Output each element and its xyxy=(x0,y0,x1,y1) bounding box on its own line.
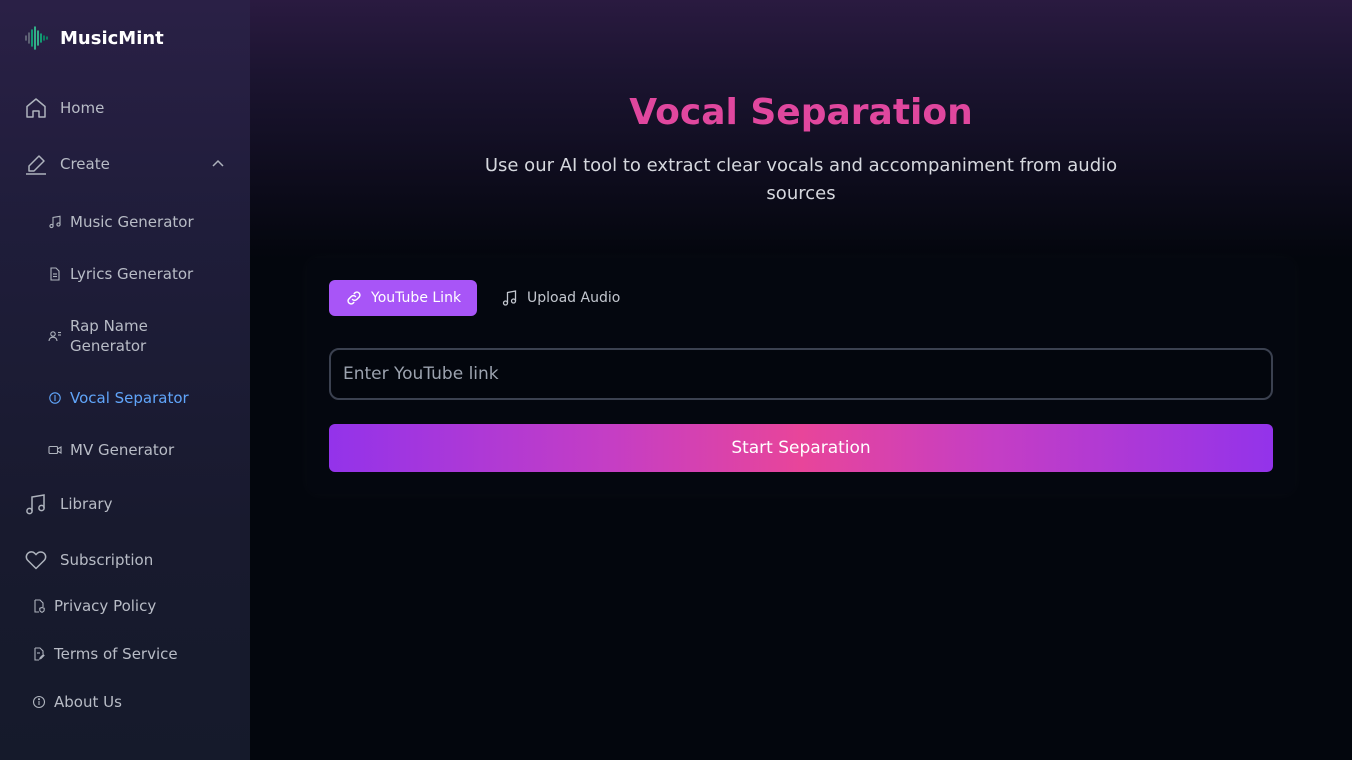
chevron-up-icon[interactable] xyxy=(210,156,226,172)
music-note-icon xyxy=(24,492,48,516)
heart-icon xyxy=(24,548,48,572)
user-list-icon xyxy=(48,329,62,343)
sidebar-item-terms-of-service[interactable]: Terms of Service xyxy=(32,644,232,664)
sidebar-item-label: MV Generator xyxy=(70,441,175,459)
tab-label: Upload Audio xyxy=(527,290,621,306)
soundwave-logo-icon xyxy=(24,26,48,50)
info-icon xyxy=(32,695,46,709)
sidebar-item-label: Terms of Service xyxy=(54,645,178,663)
page-subtitle: Use our AI tool to extract clear vocals … xyxy=(484,155,1118,204)
page-title: Vocal Separation xyxy=(629,92,973,133)
link-icon xyxy=(345,289,363,307)
sidebar-item-vocal-separator[interactable]: Vocal Separator xyxy=(48,388,238,408)
tab-upload-audio[interactable]: Upload Audio xyxy=(501,280,641,316)
sidebar-item-label: About Us xyxy=(54,693,122,711)
tab-label: YouTube Link xyxy=(371,290,462,306)
pencil-icon xyxy=(24,152,48,176)
sidebar-item-mv-generator[interactable]: MV Generator xyxy=(48,440,238,460)
youtube-link-input[interactable] xyxy=(329,348,1273,400)
sidebar-item-about-us[interactable]: About Us xyxy=(32,692,232,712)
sidebar: MusicMint Home Create Music Generator Ly… xyxy=(0,0,250,760)
sidebar-item-rap-name-generator[interactable]: Rap Name Generator xyxy=(48,316,188,356)
sidebar-item-create[interactable]: Create xyxy=(24,148,226,180)
sidebar-item-label: Library xyxy=(60,495,113,513)
sidebar-item-label: Music Generator xyxy=(70,213,194,231)
sidebar-item-lyrics-generator[interactable]: Lyrics Generator xyxy=(48,264,238,284)
start-separation-button[interactable]: Start Separation xyxy=(329,424,1273,472)
music-note-icon xyxy=(501,289,519,307)
document-icon xyxy=(48,267,62,281)
separation-card: YouTube Link Upload Audio Start Separati… xyxy=(307,258,1295,494)
sidebar-item-home[interactable]: Home xyxy=(24,92,226,124)
shield-document-icon xyxy=(32,599,46,613)
sidebar-item-label: Home xyxy=(60,99,105,117)
music-note-icon xyxy=(48,215,62,229)
sidebar-item-privacy-policy[interactable]: Privacy Policy xyxy=(32,596,232,616)
tab-youtube-link[interactable]: YouTube Link xyxy=(329,280,477,316)
sidebar-item-label: Lyrics Generator xyxy=(70,265,194,283)
sidebar-item-label: Privacy Policy xyxy=(54,597,157,615)
sidebar-item-label: Subscription xyxy=(60,551,154,569)
sidebar-item-label: Create xyxy=(60,155,110,173)
sidebar-item-subscription[interactable]: Subscription xyxy=(24,544,226,576)
main-content: Vocal Separation Use our AI tool to extr… xyxy=(250,0,1352,760)
sidebar-item-label: Vocal Separator xyxy=(70,389,189,407)
app-name: MusicMint xyxy=(60,27,164,49)
home-icon xyxy=(24,96,48,120)
separator-icon xyxy=(48,391,62,405)
sidebar-item-library[interactable]: Library xyxy=(24,488,226,520)
video-camera-icon xyxy=(48,443,62,457)
sidebar-item-label: Rap Name Generator xyxy=(70,317,148,355)
document-edit-icon xyxy=(32,647,46,661)
sidebar-item-music-generator[interactable]: Music Generator xyxy=(48,212,238,232)
brand[interactable]: MusicMint xyxy=(24,24,164,52)
